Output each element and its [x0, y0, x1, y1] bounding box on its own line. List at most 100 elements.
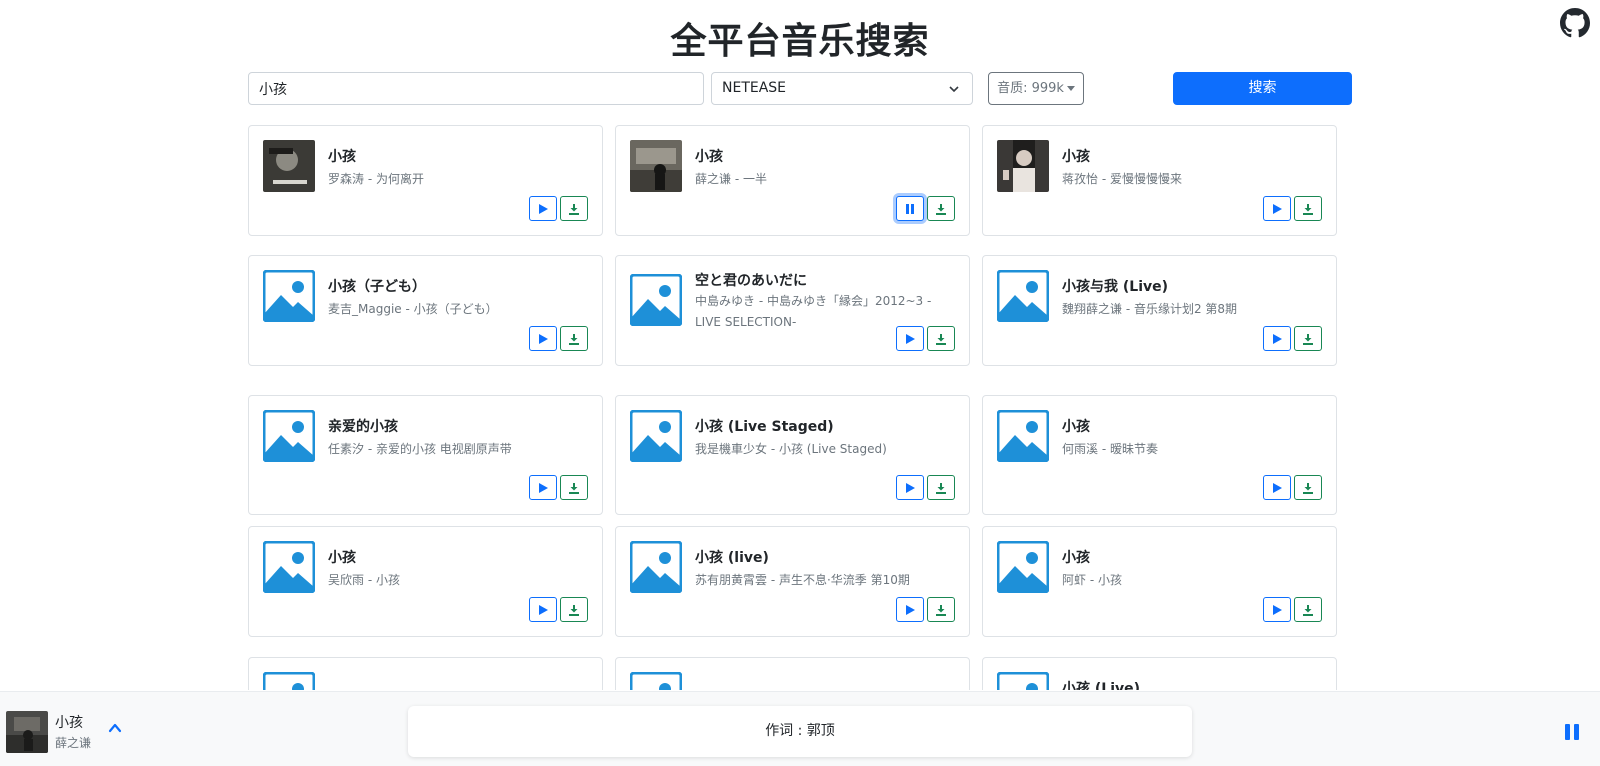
song-title: 小孩 (live) — [695, 550, 769, 566]
song-card — [248, 657, 603, 690]
page: 全平台音乐搜索 NETEASE 音质: 999k 搜索 小孩罗森涛 - 为何离开… — [0, 0, 1600, 766]
album-cover — [997, 140, 1049, 192]
download-button[interactable] — [1294, 326, 1322, 351]
quality-label: 音质: 999k — [997, 81, 1064, 96]
song-card: 小孩阿虾 - 小孩 — [982, 526, 1337, 637]
song-title: 小孩 — [1062, 149, 1090, 165]
download-button[interactable] — [560, 326, 588, 351]
song-card: 小孩 (Live Staged) 我是機車少女 - 小孩 (Live Staged… — [615, 395, 970, 515]
caret-down-icon — [1066, 86, 1075, 91]
song-actions — [896, 326, 955, 351]
search-button[interactable]: 搜索 — [1173, 72, 1352, 105]
chevron-down-icon — [949, 86, 959, 93]
song-artist-album: 任素汐 - 亲爱的小孩 电视剧原声带 — [328, 442, 512, 456]
song-card: 小孩与我 (Live) 魏翔薛之谦 - 音乐缘计划2 第8期 — [982, 255, 1337, 366]
image-placeholder-icon — [997, 541, 1049, 593]
image-placeholder-icon — [630, 541, 682, 593]
player-cover[interactable] — [6, 711, 48, 753]
song-actions — [896, 597, 955, 622]
song-card: 小孩蒋孜怡 - 爱慢慢慢慢来 — [982, 125, 1337, 236]
song-title: 亲爱的小孩 — [328, 419, 398, 435]
image-placeholder-icon — [630, 410, 682, 462]
lyric-display: 作词 : 郭顶 — [408, 706, 1192, 757]
song-artist-album: 麦吉_Maggie - 小孩（子ども） — [328, 302, 498, 316]
download-button[interactable] — [1294, 597, 1322, 622]
source-select-value: NETEASE — [722, 80, 787, 96]
image-placeholder-icon — [263, 541, 315, 593]
song-card: 小孩 何雨溪 - 暧昧节奏 — [982, 395, 1337, 515]
image-placeholder-icon — [630, 672, 682, 690]
song-actions — [1263, 597, 1322, 622]
player-artist: 薛之谦 — [55, 736, 92, 750]
play-button[interactable] — [1263, 475, 1291, 500]
page-title: 全平台音乐搜索 — [670, 21, 930, 62]
song-title: 小孩 (Live) — [1062, 681, 1141, 690]
play-button[interactable] — [529, 326, 557, 351]
song-artist-album: 苏有朋黄霄雲 - 声生不息·华流季 第10期 — [695, 573, 910, 587]
pause-button[interactable] — [896, 196, 924, 221]
download-button[interactable] — [927, 597, 955, 622]
song-title: 小孩 (Live Staged) — [695, 419, 834, 435]
download-button[interactable] — [927, 475, 955, 500]
play-button[interactable] — [529, 475, 557, 500]
song-actions — [1263, 326, 1322, 351]
chevron-up-icon[interactable] — [107, 720, 123, 736]
song-artist-album: 阿虾 - 小孩 — [1062, 573, 1122, 587]
song-title: 小孩 — [695, 149, 723, 165]
download-button[interactable] — [1294, 196, 1322, 221]
song-title: 空と君のあいだに — [695, 273, 807, 289]
song-card: 空と君のあいだに 中島みゆき - 中島みゆき「縁会」2012~3 -LIVE SE… — [615, 255, 970, 366]
play-button[interactable] — [896, 475, 924, 500]
image-placeholder-icon — [997, 672, 1049, 690]
search-input[interactable] — [248, 72, 704, 105]
quality-dropdown-button[interactable]: 音质: 999k — [988, 72, 1084, 105]
play-button[interactable] — [896, 326, 924, 351]
song-card: 小孩 (Live) — [982, 657, 1337, 690]
album-cover — [630, 140, 682, 192]
song-artist-album: 罗森涛 - 为何离开 — [328, 172, 424, 186]
song-artist-album: 薛之谦 - 一半 — [695, 172, 767, 186]
download-button[interactable] — [560, 597, 588, 622]
download-button[interactable] — [560, 196, 588, 221]
song-artist-album: 我是機車少女 - 小孩 (Live Staged) — [695, 442, 887, 456]
play-button[interactable] — [1263, 326, 1291, 351]
song-actions — [896, 196, 955, 221]
play-button[interactable] — [529, 196, 557, 221]
song-actions — [529, 196, 588, 221]
image-placeholder-icon — [997, 410, 1049, 462]
player-bar: 小孩 薛之谦 作词 : 郭顶 — [0, 691, 1600, 766]
song-actions — [529, 475, 588, 500]
image-placeholder-icon — [263, 270, 315, 322]
song-title: 小孩 — [328, 550, 356, 566]
image-placeholder-icon — [263, 410, 315, 462]
song-actions — [1263, 196, 1322, 221]
song-actions — [529, 597, 588, 622]
download-button[interactable] — [1294, 475, 1322, 500]
song-card: 小孩罗森涛 - 为何离开 — [248, 125, 603, 236]
song-title: 小孩（子ども） — [328, 279, 426, 295]
play-button[interactable] — [896, 597, 924, 622]
player-title: 小孩 — [55, 715, 83, 731]
source-select[interactable]: NETEASE — [711, 72, 973, 105]
song-actions — [896, 475, 955, 500]
song-artist-album: 何雨溪 - 暧昧节奏 — [1062, 442, 1158, 456]
song-artist-album: 魏翔薛之谦 - 音乐缘计划2 第8期 — [1062, 302, 1238, 316]
search-bar: NETEASE 音质: 999k 搜索 — [248, 72, 1352, 105]
song-artist-album: 蒋孜怡 - 爱慢慢慢慢来 — [1062, 172, 1182, 186]
pause-icon[interactable] — [1563, 723, 1581, 741]
play-button[interactable] — [1263, 597, 1291, 622]
song-card: 亲爱的小孩任素汐 - 亲爱的小孩 电视剧原声带 — [248, 395, 603, 515]
download-button[interactable] — [927, 196, 955, 221]
song-actions — [1263, 475, 1322, 500]
image-placeholder-icon — [997, 270, 1049, 322]
song-title: 小孩 — [1062, 550, 1090, 566]
song-artist-album: 吴欣雨 - 小孩 — [328, 573, 400, 587]
play-button[interactable] — [1263, 196, 1291, 221]
play-button[interactable] — [529, 597, 557, 622]
download-button[interactable] — [560, 475, 588, 500]
download-button[interactable] — [927, 326, 955, 351]
song-title: 小孩 — [328, 149, 356, 165]
results-grid: 小孩 罗森涛 - 为何离开 小孩 薛之谦 - 一半 小孩 蒋孜怡 - 爱慢慢慢慢来 小孩（子… — [248, 125, 1354, 690]
song-actions — [529, 326, 588, 351]
song-card: 小孩（子ども） 麦吉_Maggie - 小孩（子ども） — [248, 255, 603, 366]
